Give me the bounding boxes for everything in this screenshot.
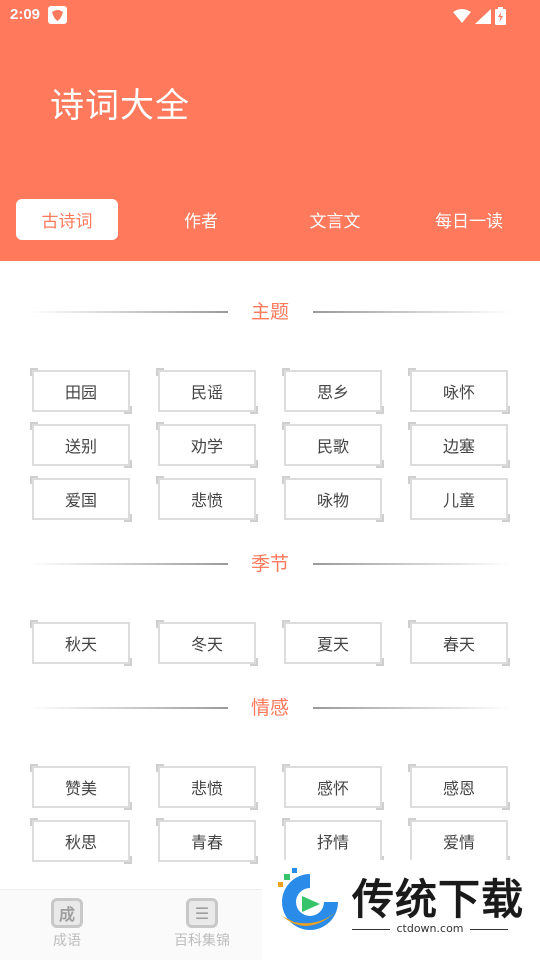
tag-button[interactable]: 爱情: [408, 818, 510, 864]
tag-button[interactable]: 送别: [30, 422, 132, 468]
divider-line: [30, 311, 228, 313]
category-tabs: 古诗词 作者 文言文 每日一读: [0, 199, 540, 241]
tag-button[interactable]: 民谣: [156, 368, 258, 414]
tag-button[interactable]: 赞美: [30, 764, 132, 810]
tag-button[interactable]: 抒情: [282, 818, 384, 864]
tag-button[interactable]: 夏天: [282, 620, 384, 666]
watermark-logo-icon: [278, 868, 342, 930]
notification-app-icon: [48, 6, 67, 24]
section-title-emotion: 情感: [0, 693, 540, 723]
tag-button[interactable]: 咏怀: [408, 368, 510, 414]
category-content: 主题 田园 民谣 思乡 咏怀 送别 劝学 民歌 边塞 爱国 悲愤 咏物 儿童 季…: [0, 261, 540, 889]
watermark: 传统下载 ctdown.com: [262, 860, 540, 960]
tab-daily-reading[interactable]: 每日一读: [418, 199, 520, 240]
divider-line: [30, 707, 228, 709]
tab-authors[interactable]: 作者: [150, 199, 252, 240]
section-label: 主题: [250, 301, 289, 323]
tag-button[interactable]: 秋思: [30, 818, 132, 864]
divider-line: [313, 311, 511, 313]
app-header: 2:09 诗词大全 古诗词 作者 文言文 每日一读: [0, 0, 540, 261]
divider-line: [313, 563, 511, 565]
tag-button[interactable]: 儿童: [408, 476, 510, 522]
battery-icon: [495, 7, 506, 25]
tab-classical-chinese[interactable]: 文言文: [284, 199, 386, 240]
tag-button[interactable]: 边塞: [408, 422, 510, 468]
watermark-url: ctdown.com: [352, 922, 508, 935]
status-time: 2:09: [10, 6, 41, 23]
tag-button[interactable]: 青春: [156, 818, 258, 864]
section-title-season: 季节: [0, 549, 540, 579]
tag-button[interactable]: 春天: [408, 620, 510, 666]
tag-button[interactable]: 冬天: [156, 620, 258, 666]
section-label: 季节: [250, 553, 289, 575]
nav-label: 成语: [53, 933, 81, 949]
tag-button[interactable]: 咏物: [282, 476, 384, 522]
divider-line: [313, 707, 511, 709]
idiom-icon: 成: [51, 898, 83, 928]
tag-button[interactable]: 思乡: [282, 368, 384, 414]
encyclopedia-icon: ☰: [186, 898, 218, 928]
tag-button[interactable]: 感恩: [408, 764, 510, 810]
tag-button[interactable]: 田园: [30, 368, 132, 414]
wifi-icon: [453, 8, 471, 23]
tag-button[interactable]: 劝学: [156, 422, 258, 468]
nav-item-idioms[interactable]: 成 成语: [17, 898, 117, 950]
tag-button[interactable]: 爱国: [30, 476, 132, 522]
section-title-theme: 主题: [0, 297, 540, 327]
status-icons: [453, 7, 506, 25]
tag-button[interactable]: 感怀: [282, 764, 384, 810]
nav-label: 百科集锦: [174, 933, 230, 949]
divider-line: [30, 563, 228, 565]
tag-button[interactable]: 民歌: [282, 422, 384, 468]
watermark-brand: 传统下载: [352, 875, 525, 924]
nav-item-encyclopedia[interactable]: ☰ 百科集锦: [152, 898, 252, 950]
signal-icon: [475, 8, 491, 24]
tag-button[interactable]: 秋天: [30, 620, 132, 666]
tag-button[interactable]: 悲愤: [156, 764, 258, 810]
tab-classical-poetry[interactable]: 古诗词: [16, 199, 118, 240]
page-title: 诗词大全: [50, 86, 190, 126]
status-bar: 2:09: [0, 0, 540, 30]
section-label: 情感: [250, 697, 289, 719]
tag-button[interactable]: 悲愤: [156, 476, 258, 522]
